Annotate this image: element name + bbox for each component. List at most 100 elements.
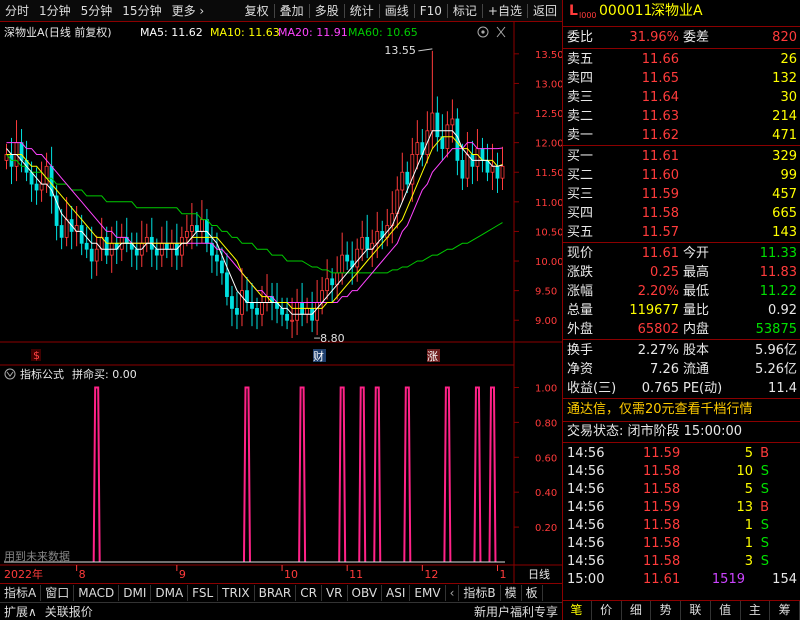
fuquan-button[interactable]: 复权 [240, 0, 274, 22]
candle-body [285, 313, 289, 321]
dollar-marker[interactable]: $ [31, 349, 41, 362]
cai-marker[interactable]: 财 [313, 349, 326, 363]
tick-volume: 1 [744, 518, 753, 533]
candle-body [450, 118, 455, 126]
tab-more[interactable]: 更多 › [167, 0, 210, 22]
indicator-tick-label: 0.20 [535, 523, 557, 534]
tick-price: 11.58 [643, 518, 681, 533]
draw-line-button[interactable]: 画线 [380, 0, 414, 22]
ask-level-label: 卖四 [567, 71, 594, 86]
tab-main[interactable]: 主 [741, 601, 771, 620]
tab-scroll-left[interactable]: ‹ [446, 584, 460, 601]
kline-chart[interactable]: 深物业A(日线 前复权) MA5: 11.62 MA10: 11.63 MA20… [0, 22, 562, 583]
tick-row: 14:56 11.58 1 S [563, 534, 800, 553]
candle-body [255, 307, 259, 315]
bid-price: 11.58 [641, 206, 679, 221]
promo-row[interactable]: 通达信，仅需20元查看千档行情 [563, 400, 800, 420]
level2-logo-icon: L [569, 3, 578, 19]
level2-promo-text: 通达信，仅需20元查看千档行情 [567, 402, 753, 417]
tab-fsl[interactable]: FSL [188, 584, 219, 601]
price-tick-label: 12.00 [535, 139, 562, 150]
divider [563, 145, 800, 146]
stat-label: 最低 [683, 284, 710, 299]
candle-body [134, 248, 139, 256]
tab-cr[interactable]: CR [296, 584, 322, 601]
tick-price: 11.58 [643, 536, 681, 551]
tab-window[interactable]: 窗口 [41, 584, 75, 601]
period-label[interactable]: 日线 [528, 567, 550, 581]
candle-body [465, 154, 470, 179]
new-user-promo-link[interactable]: 新用户福利专享 [470, 603, 562, 620]
ma10-label: MA10: 11.63 [210, 26, 280, 39]
zhang-marker[interactable]: 涨 [427, 349, 440, 363]
candle-body [325, 278, 330, 292]
f10-button[interactable]: F10 [415, 0, 447, 22]
tab-linked[interactable]: 联 [681, 601, 711, 620]
indicator-name[interactable]: 指标公式 [20, 367, 64, 381]
candle-body [315, 302, 320, 321]
price-tick-label: 9.50 [535, 287, 557, 298]
tick-time: 14:56 [567, 536, 605, 551]
tick-price: 11.58 [643, 464, 681, 479]
low-price-label: 8.80 [320, 332, 345, 345]
zhang-marker-text: 涨 [427, 350, 438, 363]
tab-indicator-a[interactable]: 指标A [0, 584, 42, 601]
multi-stock-button[interactable]: 多股 [310, 0, 344, 22]
date-tick-label: 9 [179, 568, 186, 581]
candle-body [179, 236, 184, 256]
expand-button[interactable]: 扩展∧ [0, 603, 41, 620]
add-watchlist-button[interactable]: +自选 [483, 0, 527, 22]
tab-value[interactable]: 值 [711, 601, 741, 620]
tab-asi[interactable]: ASI [382, 584, 411, 601]
overlay-button[interactable]: 叠加 [275, 0, 309, 22]
dollar-marker-text: $ [33, 349, 40, 362]
tab-price[interactable]: 价 [592, 601, 622, 620]
fund-label: 收益(三) [567, 381, 617, 396]
tab-5min[interactable]: 5分钟 [76, 0, 118, 22]
indicator-tabbar: 指标A 窗口 MACD DMI DMA FSL TRIX BRAR CR VR … [0, 583, 562, 601]
candle-body [94, 248, 99, 262]
ask-level-label: 卖五 [567, 52, 594, 67]
tab-macd[interactable]: MACD [74, 584, 120, 601]
candle-body [360, 236, 365, 250]
tab-vr[interactable]: VR [322, 584, 348, 601]
tab-trend[interactable]: 势 [651, 601, 681, 620]
indicator-tick-label: 0.40 [535, 488, 557, 499]
tab-brar[interactable]: BRAR [255, 584, 297, 601]
ask-price: 11.64 [641, 90, 679, 105]
candle-body [240, 290, 244, 315]
mark-button[interactable]: 标记 [448, 0, 482, 22]
weibi-row: 委比 31.96% 委差 820 [563, 28, 800, 47]
tick-volume: 1 [744, 536, 753, 551]
bid-level-label: 买五 [567, 225, 594, 240]
tab-ticks[interactable]: 笔 [562, 601, 592, 620]
tab-dmi[interactable]: DMI [119, 584, 152, 601]
quote-title: L l000 000011 深物业A [563, 2, 800, 24]
back-button[interactable]: 返回 [528, 0, 562, 22]
tab-indicator-b[interactable]: 指标B [459, 584, 501, 601]
price-tick-label: 10.00 [535, 257, 562, 268]
indicator-tick-label: 0.80 [535, 418, 557, 429]
candle-body [405, 171, 410, 185]
high-price-label: 13.55 [384, 44, 416, 57]
tab-emv[interactable]: EMV [410, 584, 446, 601]
tab-15min[interactable]: 15分钟 [117, 0, 166, 22]
tab-obv[interactable]: OBV [348, 584, 383, 601]
tab-chips[interactable]: 筹 [770, 601, 800, 620]
status-bar: 扩展∧ 关联报价 新用户福利专享 [0, 602, 562, 620]
stats-button[interactable]: 统计 [345, 0, 379, 22]
fund-row: 净资 7.26 流通 5.26亿 [563, 360, 800, 379]
tab-1min[interactable]: 1分钟 [34, 0, 76, 22]
ask-volume: 471 [772, 128, 797, 143]
tab-template[interactable]: 模 [501, 584, 522, 601]
tab-detail[interactable]: 细 [622, 601, 652, 620]
related-quotes-button[interactable]: 关联报价 [41, 603, 97, 620]
tab-board[interactable]: 板 [522, 584, 543, 601]
fund-label: 净资 [567, 362, 594, 377]
divider [563, 48, 800, 49]
tab-trix[interactable]: TRIX [218, 584, 255, 601]
candle-body [104, 236, 109, 256]
tab-fenshi[interactable]: 分时 [0, 0, 34, 22]
tab-dma[interactable]: DMA [151, 584, 189, 601]
candle-body [169, 242, 174, 250]
